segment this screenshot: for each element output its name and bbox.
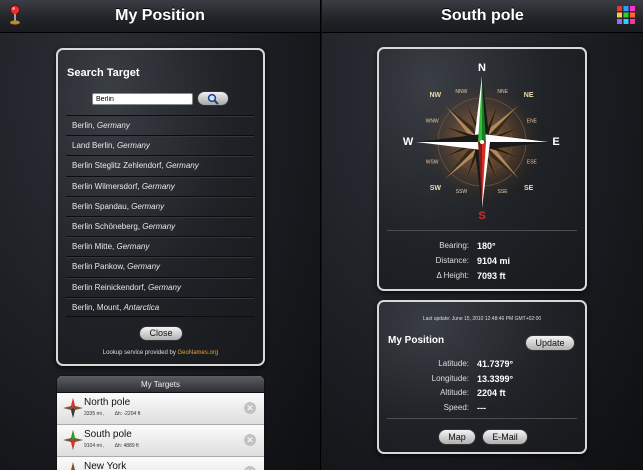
distance-value: 9104 mi [477,256,511,266]
secondary-label: NNW [455,89,467,95]
target-row[interactable]: New York ✕ [57,457,264,470]
list-item[interactable]: Berlin, Mount, Antarctica [66,296,254,317]
list-item[interactable]: Berlin Schöneberg, Germany [66,215,254,236]
latitude-value: 41.7379° [477,359,514,369]
cardinal-label: N [478,62,486,74]
search-target-panel: Search Target Berlin, Germany Land Berli… [56,48,265,366]
target-title: South pole [441,7,524,24]
right-pane: South pole N E S W NE SE SW NW NNE ENE E… [322,0,643,470]
target-name: North pole [84,397,131,408]
list-item[interactable]: Berlin, Germany [66,115,254,135]
page-title: My Position [115,7,205,24]
compass-rose-icon [71,462,75,470]
color-grid-icon[interactable] [617,6,635,24]
my-targets-list: My Targets North pole 3335 mi , Δh: -2204… [56,375,265,470]
secondary-label: ESE [527,160,538,166]
secondary-label: SSW [456,189,468,195]
secondary-label: WNW [426,118,439,124]
intercardinal-label: NW [429,92,441,99]
left-pane: My Position Search Target Berlin, German… [0,0,321,470]
search-button[interactable] [197,91,229,106]
left-titlebar: My Position [0,0,320,33]
delete-icon[interactable]: ✕ [244,466,256,470]
search-heading: Search Target [67,67,140,79]
list-item[interactable]: Land Berlin, Germany [66,135,254,155]
close-button[interactable]: Close [139,326,183,341]
target-row[interactable]: North pole 3335 mi , Δh: -2204 ft ✕ [57,393,264,425]
cardinal-label: W [403,136,414,148]
intercardinal-label: NE [524,92,534,99]
target-distance: 9104 mi , [84,443,105,449]
cardinal-label: E [552,136,559,148]
target-name: South pole [84,429,132,440]
list-item[interactable]: Berlin Steglitz Zehlendorf, Germany [66,155,254,175]
search-results-list: Berlin, Germany Land Berlin, Germany Ber… [66,115,254,317]
update-button[interactable]: Update [525,335,575,351]
my-position-panel: Last update: June 15, 2010 12:48:46 PM G… [377,300,587,454]
target-height-diff: Δh: -2204 ft [114,411,141,417]
magnifier-icon [207,93,219,105]
list-item[interactable]: Berlin Mitte, Germany [66,236,254,256]
delete-icon[interactable]: ✕ [244,402,256,414]
last-update: Last update: June 15, 2010 12:48:46 PM G… [422,316,542,322]
secondary-label: WSW [426,160,439,166]
compass-rose: NESWNESESWNW NNEENEESESSESSWWSWWNWNNW [403,62,560,222]
map-button[interactable]: Map [438,429,476,445]
intercardinal-label: SW [430,185,442,192]
email-button[interactable]: E-Mail [482,429,528,445]
cardinal-label: S [478,210,485,222]
geonames-link[interactable]: GeoNames.org [178,350,219,356]
compass-rose-icon [63,430,83,450]
target-row[interactable]: South pole 9104 mi , Δh: 4889 ft ✕ [57,425,264,457]
list-item[interactable]: Berlin Wilmersdorf, Germany [66,175,254,196]
red-pin-icon[interactable] [8,4,22,26]
compass-panel: N E S W NE SE SW NW NNE ENE ESE SSE SSW WSW WNW NNW Bea… [377,47,587,291]
list-item[interactable]: Berlin Spandau, Germany [66,195,254,216]
altitude-value: 2204 ft [477,388,506,398]
compass-rose-icon [63,398,83,418]
secondary-label: SSE [498,189,509,195]
bearing-value: 180° [477,241,496,251]
secondary-label: ENE [527,118,538,124]
right-titlebar: South pole [322,0,643,33]
search-input[interactable] [92,93,193,105]
target-name: New York [84,461,127,470]
target-distance: 3335 mi , [84,411,105,417]
my-targets-header: My Targets [57,376,264,393]
longitude-value: 13.3399° [477,374,514,384]
position-heading: My Position [388,335,445,346]
height-value: 7093 ft [477,271,506,281]
lookup-credit: Lookup service provided by GeoNames.org [102,350,219,356]
intercardinal-label: SE [524,185,534,192]
delete-icon[interactable]: ✕ [244,434,256,446]
list-item[interactable]: Berlin Reinickendorf, Germany [66,276,254,297]
list-item[interactable]: Berlin Pankow, Germany [66,256,254,276]
speed-value: --- [477,403,486,413]
target-height-diff: Δh: 4889 ft [114,443,139,449]
secondary-label: NNE [497,89,508,95]
